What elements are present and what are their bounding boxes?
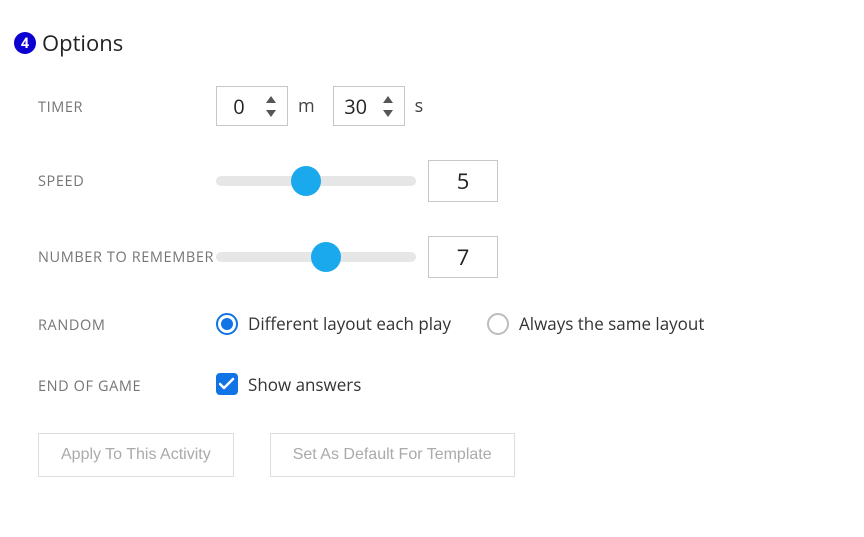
speed-value-box: 5 (428, 160, 498, 202)
number-to-remember-label: NUMBER TO REMEMBER (38, 236, 216, 271)
minutes-unit: m (298, 94, 315, 118)
chevron-up-icon (266, 96, 276, 103)
row-number-to-remember: NUMBER TO REMEMBER 7 (38, 236, 850, 278)
set-default-button[interactable]: Set As Default For Template (270, 433, 515, 477)
timer-minutes-down[interactable] (261, 106, 281, 120)
section-header: 4 Options (14, 28, 850, 58)
timer-minutes-value: 0 (217, 93, 261, 120)
speed-slider[interactable] (216, 166, 416, 196)
row-speed: SPEED 5 (38, 160, 850, 202)
radio-icon (216, 313, 238, 335)
end-of-game-label: END OF GAME (38, 373, 216, 400)
number-value-box: 7 (428, 236, 498, 278)
timer-minutes-up[interactable] (261, 92, 281, 106)
row-timer: TIMER 0 m 30 (38, 86, 850, 126)
chevron-down-icon (383, 110, 393, 117)
check-icon (219, 377, 235, 391)
timer-seconds-stepper[interactable]: 30 (333, 86, 405, 126)
number-slider-thumb[interactable] (311, 242, 341, 272)
timer-minutes-stepper[interactable]: 0 (216, 86, 288, 126)
random-option-different[interactable]: Different layout each play (216, 312, 451, 335)
page-title: Options (42, 28, 123, 58)
apply-button[interactable]: Apply To This Activity (38, 433, 234, 477)
checkbox-icon (216, 373, 238, 395)
random-option-b-label: Always the same layout (519, 312, 704, 335)
row-end-of-game: END OF GAME Show answers (38, 373, 850, 400)
radio-icon (487, 313, 509, 335)
random-label: RANDOM (38, 312, 216, 339)
random-option-same[interactable]: Always the same layout (487, 312, 704, 335)
step-badge: 4 (14, 32, 36, 54)
timer-seconds-down[interactable] (378, 106, 398, 120)
number-slider[interactable] (216, 242, 416, 272)
row-random: RANDOM Different layout each play Always… (38, 312, 850, 339)
chevron-down-icon (266, 110, 276, 117)
timer-label: TIMER (38, 86, 216, 121)
speed-slider-thumb[interactable] (291, 166, 321, 196)
chevron-up-icon (383, 96, 393, 103)
speed-label: SPEED (38, 160, 216, 195)
random-option-a-label: Different layout each play (248, 312, 451, 335)
show-answers-label: Show answers (248, 373, 361, 396)
seconds-unit: s (415, 94, 424, 118)
show-answers-checkbox[interactable]: Show answers (216, 373, 361, 396)
timer-seconds-value: 30 (334, 93, 378, 120)
timer-seconds-up[interactable] (378, 92, 398, 106)
